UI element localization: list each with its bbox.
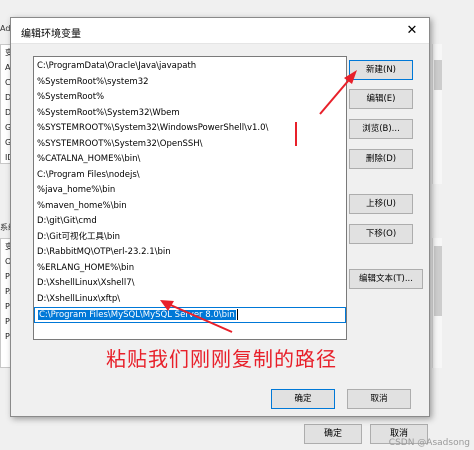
text-caret — [236, 309, 238, 320]
path-list-item[interactable]: %CATALNA_HOME%\bin\ — [34, 152, 346, 168]
parent-ok-button[interactable]: 确定 — [304, 424, 362, 444]
ok-button[interactable]: 确定 — [271, 389, 335, 409]
delete-button[interactable]: 删除(D) — [349, 149, 413, 169]
path-list-item[interactable]: C:\Program Files\nodejs\ — [34, 168, 346, 184]
annotation-instruction: 粘贴我们刚刚复制的路径 — [106, 347, 337, 371]
parent-scrollbar-lower[interactable] — [432, 238, 442, 368]
move-up-button[interactable]: 上移(U) — [349, 194, 413, 214]
browse-button[interactable]: 浏览(B)... — [349, 119, 413, 139]
path-list-item[interactable]: D:\git\Git\cmd — [34, 214, 346, 230]
path-edit-text: C:\Program Files\MySQL\MySQL Server 8.0\… — [38, 310, 236, 320]
path-list-item[interactable]: %SystemRoot%\system32 — [34, 75, 346, 91]
edit-text-button[interactable]: 编辑文本(T)... — [349, 269, 423, 289]
dialog-title: 编辑环境变量 — [21, 29, 81, 40]
move-down-button[interactable]: 下移(O) — [349, 224, 413, 244]
edit-button[interactable]: 编辑(E) — [349, 89, 413, 109]
path-list-item[interactable]: %SYSTEMROOT%\System32\WindowsPowerShell\… — [34, 121, 346, 137]
new-button[interactable]: 新建(N) — [349, 60, 413, 80]
path-list-item[interactable]: %SystemRoot% — [34, 90, 346, 106]
watermark: CSDN @Asadsong — [388, 438, 470, 448]
cancel-button[interactable]: 取消 — [347, 389, 411, 409]
path-list[interactable]: C:\ProgramData\Oracle\Java\javapath %Syst… — [33, 56, 347, 340]
path-edit-field[interactable]: C:\Program Files\MySQL\MySQL Server 8.0\… — [34, 307, 346, 323]
path-list-item[interactable]: %SystemRoot%\System32\Wbem — [34, 106, 346, 122]
path-list-item[interactable]: D:\Git可视化工具\bin — [34, 230, 346, 246]
path-list-item[interactable]: %maven_home%\bin — [34, 199, 346, 215]
path-list-item[interactable]: %java_home%\bin — [34, 183, 346, 199]
parent-scrollbar-upper[interactable] — [432, 44, 442, 184]
path-list-item[interactable]: %SYSTEMROOT%\System32\OpenSSH\ — [34, 137, 346, 153]
path-list-item[interactable]: %ERLANG_HOME%\bin — [34, 261, 346, 277]
dialog-titlebar[interactable]: 编辑环境变量 ✕ — [11, 18, 429, 44]
path-list-item[interactable]: D:\XshellLinux\xftp\ — [34, 292, 346, 308]
path-list-item[interactable]: D:\XshellLinux\Xshell7\ — [34, 276, 346, 292]
path-list-item[interactable]: D:\RabbitMQ\OTP\erl-23.2.1\bin — [34, 245, 346, 261]
close-icon[interactable]: ✕ — [403, 22, 421, 40]
path-list-item[interactable]: C:\ProgramData\Oracle\Java\javapath — [34, 59, 346, 75]
